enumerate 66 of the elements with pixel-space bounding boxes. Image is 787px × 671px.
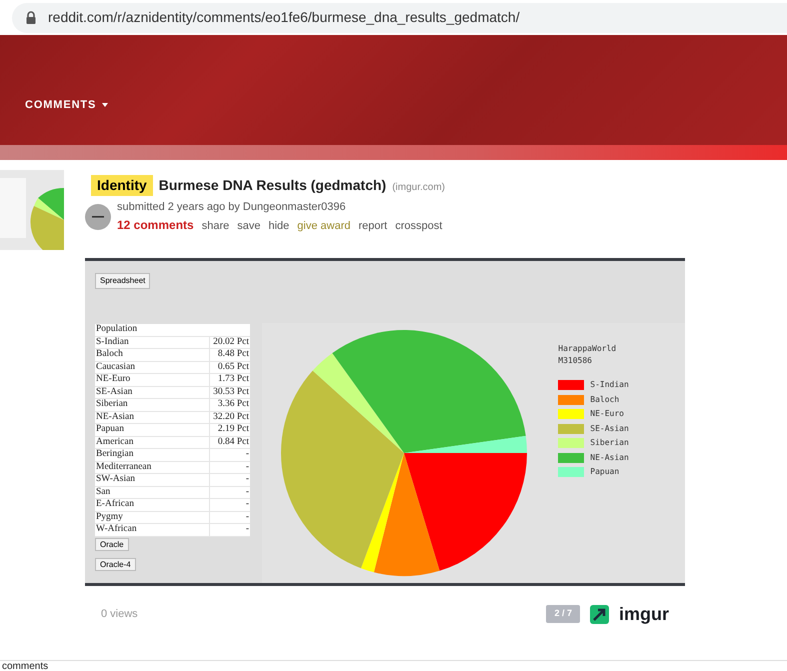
flair-tag: Identity [91,175,153,196]
views-count: 0 views [101,606,138,622]
table-cell: San [95,486,210,498]
table-cell: Papuan [95,424,210,436]
table-cell-text: - [244,486,250,498]
chart-title: HarappaWorld [558,343,618,355]
table-cell-text: 1.73 Pct [216,374,250,386]
table-cell: SE-Asian [95,386,210,398]
legend-label: Baloch [590,394,620,406]
table-cell: S-Indian [95,336,210,348]
table-cell-text: - [244,462,250,473]
table-cell-text: 32.20 Pct [212,412,250,423]
table-cell: NE-Euro [95,374,210,386]
table-cell: SW-Asian [95,474,210,486]
legend-label: SE-Asian [590,422,629,434]
comments-heading: comments [2,661,48,671]
post-action-link[interactable]: 12 comments [117,216,194,234]
table-cell-text: - [244,474,250,486]
chart-subtitle: M310586 [558,355,593,367]
table-cell-text: 20.02 Pct [212,336,250,348]
table-cell: Siberian [95,399,210,410]
table-cell-text: - [244,449,250,460]
post-action-link[interactable]: share [202,218,230,234]
oracle-button[interactable]: Oracle-4 [95,558,136,570]
table-cell: E-African [95,499,210,510]
table-cell: American [95,436,210,448]
table-header: Population [95,324,138,336]
legend-label: Papuan [590,466,620,478]
arrow-logo-icon [590,604,609,624]
legend-label: Siberian [590,437,629,449]
spreadsheet-button[interactable]: Spreadsheet [95,273,150,289]
post-action-link[interactable]: crosspost [395,218,442,234]
table-cell-text: - [244,499,250,510]
comments-menu[interactable]: COMMENTS [25,96,108,113]
table-cell: Beringian [95,449,210,460]
collapse-icon[interactable] [85,204,111,230]
table-cell: W-African [95,524,210,536]
table-cell: Caucasian [95,362,210,373]
post-action-link[interactable]: hide [268,218,290,234]
table-cell: NE-Asian [95,412,210,423]
legend-label: S-Indian [590,379,629,391]
post-action-link[interactable]: report [358,218,388,234]
table-cell-text: 0.65 Pct [216,362,250,373]
table-cell: Pygmy [95,512,210,523]
oracle-button[interactable]: Oracle [95,538,129,550]
table-cell: Mediterranean [95,462,210,473]
post-title[interactable]: Burmese DNA Results (gedmatch) [158,175,386,196]
caret-icon [102,102,108,107]
table-cell-text: 3.36 Pct [216,399,250,410]
legend-label: NE-Asian [590,452,629,464]
imgur-logo[interactable]: imgur [618,605,669,623]
table-cell-text: 8.48 Pct [216,349,250,360]
author-link[interactable]: Dungeonmaster0396 [242,199,346,216]
table-cell-text: 0.84 Pct [216,436,250,448]
legend-label: NE-Euro [590,408,624,420]
table-cell-text: - [244,524,250,536]
post-action-link[interactable]: save [237,218,260,234]
pager-badge: 2 / 7 [546,605,580,623]
address-bar[interactable]: reddit.com/r/aznidentity/comments/eo1fe6/burmese_dna_results_gedmatch/ [12,2,787,32]
table-cell-text: - [244,512,250,523]
post-domain[interactable]: (imgur.com) [392,180,445,195]
lock-icon [26,11,36,24]
table-cell: Baloch [95,349,210,360]
table-cell-text: 2.19 Pct [216,424,250,436]
submitted-text: submitted 2 years ago by [117,200,240,215]
table-cell-text: 30.53 Pct [212,386,250,398]
